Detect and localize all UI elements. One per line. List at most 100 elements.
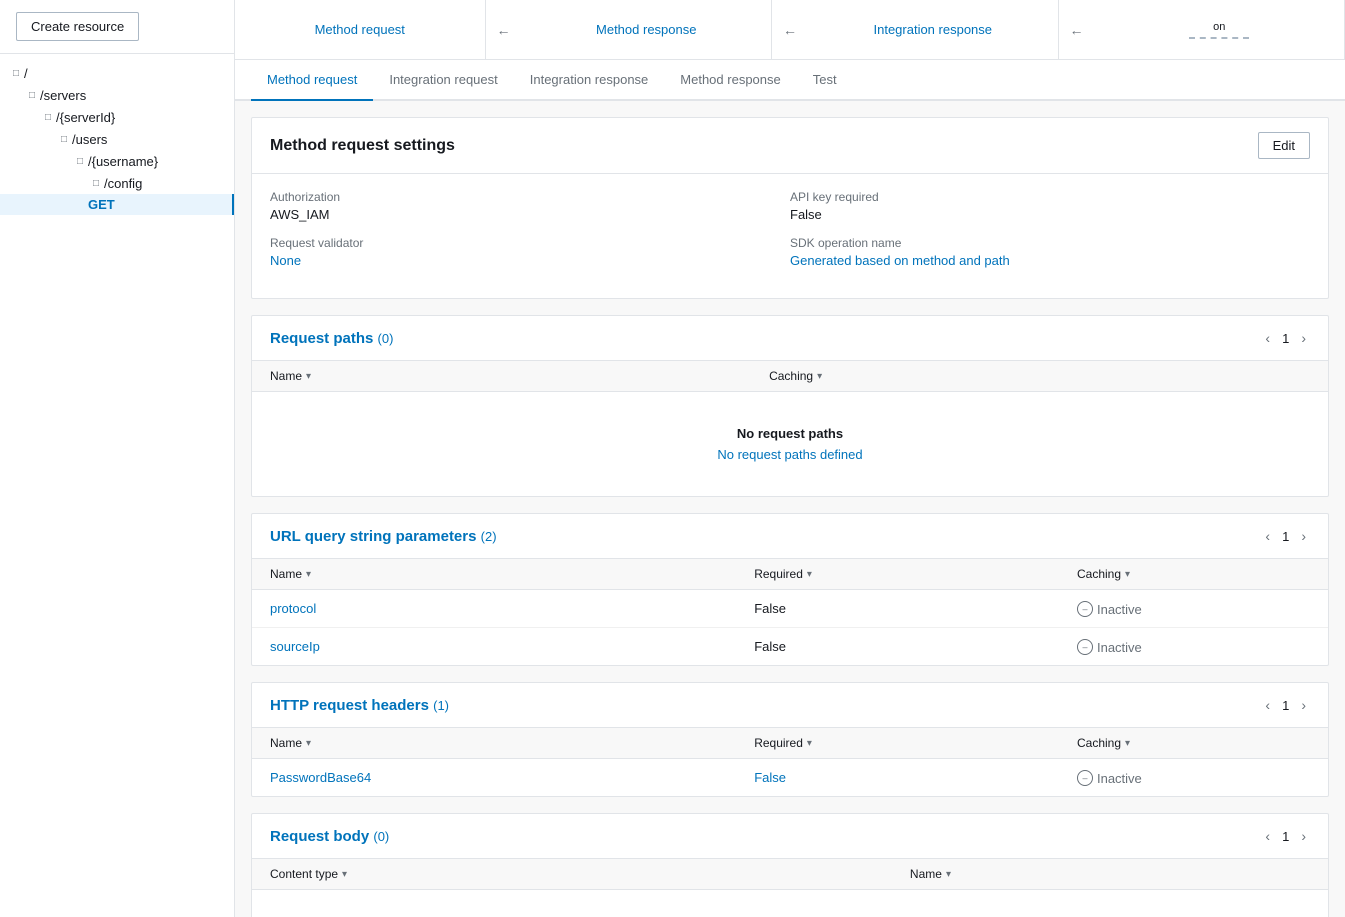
tree-item-label: /users [72, 132, 107, 147]
tab-method-request[interactable]: Method request [251, 60, 373, 101]
tree-item-servers[interactable]: □ /servers [0, 84, 234, 106]
flow-header: Method request ← Method response ← Integ… [235, 0, 1345, 60]
header-name[interactable]: PasswordBase64 [270, 770, 371, 785]
prev-page-button[interactable]: ‹ [1261, 328, 1274, 348]
api-key-setting: API key required False [790, 190, 1310, 222]
request-body-header: Request body (0) ‹ 1 › [252, 814, 1328, 859]
tree-item-serverid[interactable]: □ /{serverId} [0, 106, 234, 128]
tree-item-users[interactable]: □ /users [0, 128, 234, 150]
tab-method-response[interactable]: Method response [664, 60, 796, 101]
tab-integration-response[interactable]: Integration response [514, 60, 665, 101]
header-required: False [736, 759, 1059, 797]
flow-method-response-label: Method response [588, 22, 704, 37]
http-headers-title: HTTP request headers (1) [270, 697, 449, 714]
tree-item-config[interactable]: □ /config [0, 172, 234, 194]
param-required: False [736, 590, 1059, 628]
request-body-section: Request body (0) ‹ 1 › [251, 813, 1329, 917]
authorization-label: Authorization [270, 190, 790, 204]
url-query-container: URL query string parameters (2) ‹ 1 › [251, 513, 1329, 666]
request-paths-section: Request paths (0) ‹ 1 › [251, 315, 1329, 497]
sort-icon: ▾ [807, 738, 812, 749]
authorization-value: AWS_IAM [270, 207, 790, 222]
settings-grid: Authorization AWS_IAM Request validator … [252, 174, 1328, 298]
inactive-icon: ‒ [1077, 770, 1093, 786]
tree-item-label: / [24, 66, 28, 81]
flow-arrow-3: ← [1059, 22, 1095, 38]
minus-square-icon: □ [56, 131, 72, 147]
prev-page-button[interactable]: ‹ [1261, 695, 1274, 715]
next-page-button[interactable]: › [1297, 826, 1310, 846]
flow-on-dots [1189, 37, 1249, 39]
sdk-operation-value: Generated based on method and path [790, 253, 1310, 268]
http-headers-container: HTTP request headers (1) ‹ 1 › [251, 682, 1329, 797]
request-validator-value: None [270, 253, 790, 268]
next-page-button[interactable]: › [1297, 695, 1310, 715]
flow-box-method-request: Method request [235, 0, 486, 59]
param-name[interactable]: sourceIp [270, 639, 320, 654]
url-query-title: URL query string parameters (2) [270, 528, 497, 545]
inactive-icon: ‒ [1077, 639, 1093, 655]
caching-col-header: Caching ▾ [751, 361, 1328, 392]
table-row: PasswordBase64 False ‒ Inactive [252, 759, 1328, 797]
tree-item-get-label: GET [88, 197, 115, 212]
sort-icon: ▾ [306, 738, 311, 749]
url-query-pagination: ‹ 1 › [1261, 526, 1310, 546]
request-paths-pagination: ‹ 1 › [1261, 328, 1310, 348]
http-headers-table: Name ▾ Required ▾ [252, 728, 1328, 796]
http-headers-header: HTTP request headers (1) ‹ 1 › [252, 683, 1328, 728]
next-page-button[interactable]: › [1297, 328, 1310, 348]
tree-item-username[interactable]: □ /{username} [0, 150, 234, 172]
api-key-value: False [790, 207, 1310, 222]
tab-test[interactable]: Test [797, 60, 853, 101]
tab-integration-request[interactable]: Integration request [373, 60, 513, 101]
http-headers-pagination: ‹ 1 › [1261, 695, 1310, 715]
minus-square-icon: □ [72, 153, 88, 169]
request-body-pagination: ‹ 1 › [1261, 826, 1310, 846]
name-col-header: Name ▾ [252, 361, 751, 392]
http-headers-section: HTTP request headers (1) ‹ 1 › [251, 682, 1329, 797]
table-row: protocol False ‒ Inactive [252, 590, 1328, 628]
param-caching: ‒ Inactive [1059, 628, 1328, 666]
url-query-section: URL query string parameters (2) ‹ 1 › [251, 513, 1329, 666]
tree-item-get[interactable]: GET [0, 194, 234, 215]
create-resource-button[interactable]: Create resource [16, 12, 139, 41]
minus-square-icon: □ [8, 65, 24, 81]
request-paths-title: Request paths (0) [270, 330, 393, 347]
tree-item-label: /servers [40, 88, 86, 103]
prev-page-button[interactable]: ‹ [1261, 826, 1274, 846]
settings-col-left: Authorization AWS_IAM Request validator … [270, 190, 790, 282]
request-paths-table: Name ▾ Caching ▾ [252, 361, 1328, 496]
request-paths-empty: No request paths No request paths define… [270, 402, 1310, 486]
url-query-header: URL query string parameters (2) ‹ 1 › [252, 514, 1328, 559]
sort-icon: ▾ [306, 569, 311, 580]
page-number: 1 [1282, 529, 1289, 544]
sort-icon: ▾ [817, 371, 822, 382]
sort-icon: ▾ [1125, 738, 1130, 749]
flow-integration-response-label: Integration response [865, 22, 1000, 37]
empty-state-row: No request paths No request paths define… [252, 392, 1328, 497]
name-col-header: Name ▾ [892, 859, 1328, 890]
tree-item-label: /config [104, 176, 142, 191]
flow-box-method-response: Method response [522, 0, 773, 59]
param-required: False [736, 628, 1059, 666]
tree-item-label: /{username} [88, 154, 158, 169]
param-name[interactable]: protocol [270, 601, 316, 616]
sidebar-btn-area: Create resource [0, 0, 234, 54]
page-number: 1 [1282, 331, 1289, 346]
sdk-operation-setting: SDK operation name Generated based on me… [790, 236, 1310, 268]
main-content: Method request ← Method response ← Integ… [235, 0, 1345, 917]
param-caching: ‒ Inactive [1059, 590, 1328, 628]
prev-page-button[interactable]: ‹ [1261, 526, 1274, 546]
page-number: 1 [1282, 698, 1289, 713]
tree-item-label: /{serverId} [56, 110, 115, 125]
tree-item-root[interactable]: □ / [0, 62, 234, 84]
flow-on-label: on [1213, 21, 1225, 33]
edit-button[interactable]: Edit [1258, 132, 1310, 159]
settings-col-right: API key required False SDK operation nam… [790, 190, 1310, 282]
flow-method-request-label: Method request [307, 22, 413, 37]
sort-icon: ▾ [342, 869, 347, 880]
sdk-operation-label: SDK operation name [790, 236, 1310, 250]
minus-square-icon: □ [24, 87, 40, 103]
section-title: Method request settings [270, 137, 455, 155]
next-page-button[interactable]: › [1297, 526, 1310, 546]
